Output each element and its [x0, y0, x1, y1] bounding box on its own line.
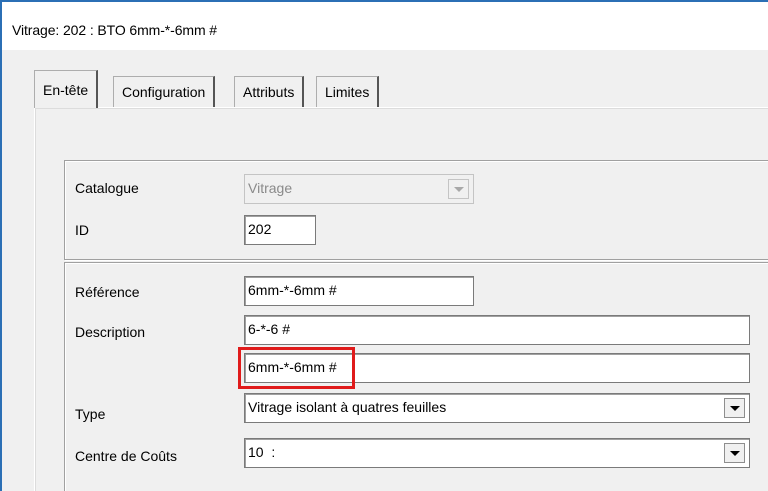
cost-center-value: 10 :: [248, 444, 276, 460]
reference-value: 6mm-*-6mm #: [248, 282, 337, 298]
tab-en-tete[interactable]: En-tête: [34, 70, 99, 108]
reference-field[interactable]: 6mm-*-6mm #: [244, 276, 474, 306]
cost-center-dropdown-button[interactable]: [724, 443, 745, 463]
tab-configuration[interactable]: Configuration: [113, 76, 216, 108]
catalogue-select: Vitrage: [244, 174, 474, 204]
tab-limites[interactable]: Limites: [316, 76, 380, 108]
type-dropdown-button[interactable]: [724, 398, 745, 418]
chevron-down-icon: [730, 406, 740, 411]
type-label: Type: [75, 406, 106, 422]
title-bar: Vitrage: 202 : BTO 6mm-*-6mm #: [2, 2, 768, 50]
chevron-down-icon: [454, 187, 464, 192]
cost-center-label: Centre de Coûts: [75, 448, 177, 464]
type-value: Vitrage isolant à quatres feuilles: [248, 399, 447, 415]
window-title: Vitrage: 202 : BTO 6mm-*-6mm #: [12, 22, 217, 38]
tab-attributs[interactable]: Attributs: [234, 76, 305, 108]
reference-label: Référence: [75, 284, 140, 300]
id-label: ID: [75, 222, 89, 238]
id-value: 202: [248, 221, 272, 237]
description-value: 6-*-6 #: [248, 321, 291, 337]
catalogue-dropdown-button: [448, 179, 469, 199]
highlight-box: [238, 347, 355, 389]
type-select[interactable]: Vitrage isolant à quatres feuilles: [244, 393, 750, 423]
chevron-down-icon: [730, 451, 740, 456]
description-field[interactable]: 6-*-6 #: [244, 315, 750, 345]
description-label: Description: [75, 324, 146, 340]
catalogue-label: Catalogue: [75, 180, 139, 196]
cost-center-select[interactable]: 10 :: [244, 438, 750, 468]
catalogue-value: Vitrage: [248, 180, 293, 196]
id-field[interactable]: 202: [244, 215, 316, 245]
